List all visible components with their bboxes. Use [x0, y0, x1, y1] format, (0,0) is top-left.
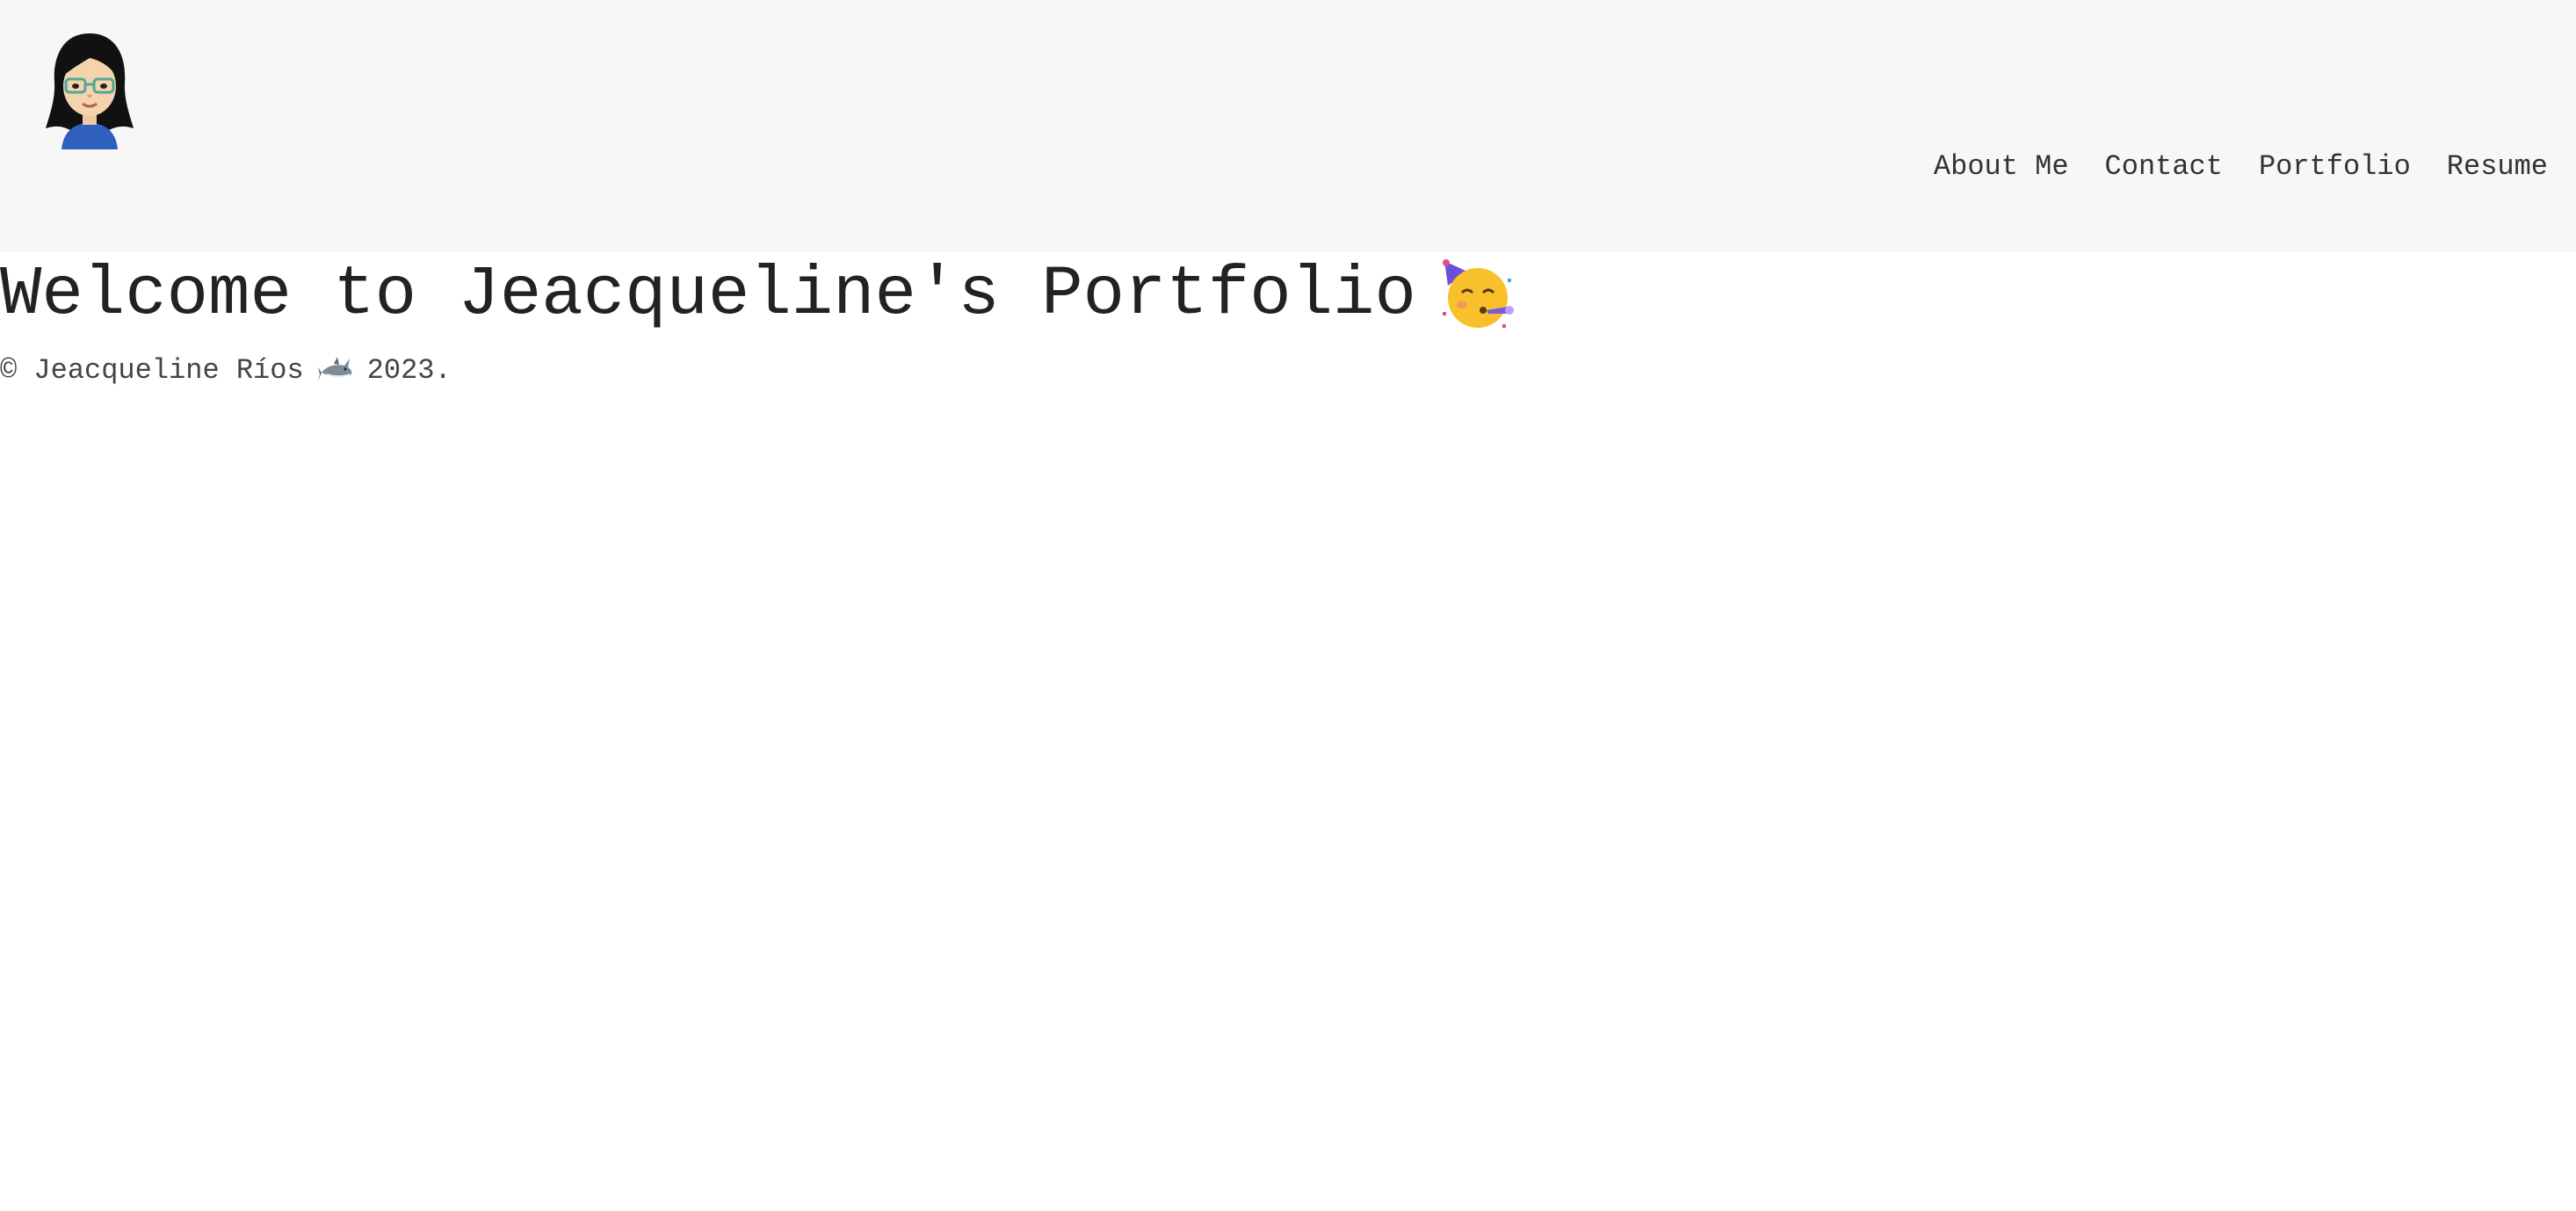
partying-face-icon: [1442, 259, 1514, 328]
footer-copyright-year: 2023.: [366, 354, 452, 387]
nav-about-me[interactable]: About Me: [1934, 148, 2069, 186]
nav-portfolio[interactable]: Portfolio: [2259, 148, 2411, 186]
nav-resume[interactable]: Resume: [2447, 148, 2548, 186]
avatar: [46, 33, 134, 149]
page-title-text: Welcome to Jeacqueline's Portfolio: [0, 255, 1416, 334]
nav-contact[interactable]: Contact: [2105, 148, 2223, 186]
shark-icon: [317, 357, 352, 381]
page-title: Welcome to Jeacqueline's Portfolio: [0, 251, 1515, 337]
footer-copyright-prefix: © Jeacqueline Ríos: [0, 354, 304, 387]
site-header: About Me Contact Portfolio Resume: [0, 0, 2576, 252]
footer-copyright: © Jeacqueline Ríos 2023.: [0, 352, 452, 390]
avatar-home-link[interactable]: [44, 30, 135, 149]
main-nav: About Me Contact Portfolio Resume: [1898, 148, 2548, 186]
